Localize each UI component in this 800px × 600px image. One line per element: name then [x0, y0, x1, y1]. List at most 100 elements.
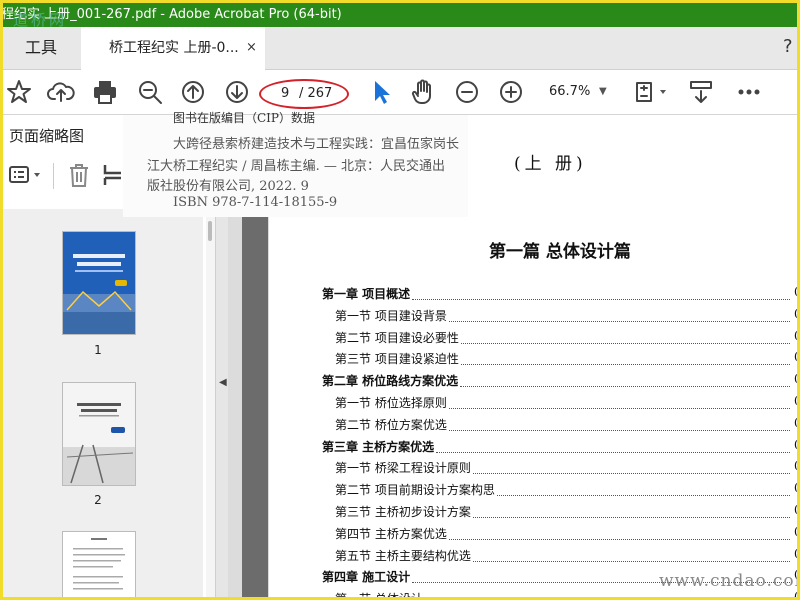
toc-entry-label: 第二节 项目建设必要性 — [335, 330, 459, 345]
toc-page-number: 0 — [794, 394, 797, 408]
fit-page-icon[interactable] — [633, 78, 669, 106]
insert-page-icon[interactable] — [101, 161, 121, 189]
toc-page-number: 0 — [794, 503, 797, 517]
zoom-in-icon[interactable] — [497, 78, 525, 106]
toc-leader-dots — [461, 350, 790, 366]
toc-entry-label: 第四章 施工设计 — [322, 570, 411, 585]
toc-leader-dots — [461, 329, 790, 344]
previous-page-icon[interactable] — [179, 78, 207, 106]
zoom-level-value: 66.7% — [549, 84, 591, 99]
toc-page-number: 0 — [794, 329, 797, 343]
toc-page-number: 0 — [794, 525, 797, 539]
tab-bar: 工具 桥工程纪实 上册-0... × ? — [3, 27, 797, 70]
toc-entry-label: 第一节 总体设计 — [335, 590, 423, 597]
toc-section-row: 第二节 桥位方案优选 0 — [322, 416, 797, 436]
zoom-search-icon[interactable] — [136, 78, 164, 106]
toolbar-divider — [53, 163, 54, 189]
print-icon[interactable] — [91, 78, 119, 106]
toc-entry-label: 第四节 主桥方案优选 — [335, 526, 447, 541]
toc-section-row: 第一节 桥位选择原则 0 — [322, 394, 797, 414]
tab-document[interactable]: 桥工程纪实 上册-0... × — [81, 27, 265, 70]
page-thumbnail-2[interactable] — [62, 382, 136, 486]
toc-entry-label: 第三章 主桥方案优选 — [322, 439, 435, 454]
scroll-mode-icon[interactable] — [687, 78, 715, 106]
toc-entry-label: 第二节 项目前期设计方案构思 — [335, 483, 495, 498]
cip-line: 版社股份有限公司, 2022. 9 — [147, 179, 309, 194]
cloud-upload-icon[interactable] — [47, 78, 75, 106]
tab-tools[interactable]: 工具 — [3, 27, 79, 69]
hand-tool-icon[interactable] — [409, 78, 437, 106]
cip-line: 大跨径悬索桥建造技术与工程实践：宜昌伍家岗长 — [173, 137, 460, 152]
zoom-out-icon[interactable] — [453, 78, 481, 106]
toc-page-number: 0 — [794, 459, 797, 473]
zoom-level-dropdown[interactable]: 66.7% ▼ — [543, 78, 613, 106]
toc-chapter-row: 第二章 桥位路线方案优选 0 — [322, 372, 797, 392]
toc-section-row: 第一节 桥梁工程设计原则 0 — [322, 459, 797, 479]
title-bar: 程纪实 上册_001-267.pdf - Adobe Acrobat Pro (… — [3, 3, 797, 27]
toc-chapter-row: 第三章 主桥方案优选 0 — [322, 438, 797, 458]
tab-document-label: 桥工程纪实 上册-0... — [109, 40, 239, 56]
toc-section-row: 第三节 项目建设紧迫性 0 — [322, 350, 797, 370]
thumbnail-label: 2 — [94, 493, 102, 507]
cip-line: ISBN 978-7-114-18155-9 — [173, 195, 338, 210]
toc-leader-dots — [497, 481, 790, 497]
toc-leader-dots — [449, 394, 790, 409]
toc-leader-dots — [449, 525, 790, 540]
toc-page-number: 0 — [794, 438, 797, 452]
toc-page-number: 0 — [794, 416, 797, 430]
volume-label: (上 册) — [514, 154, 587, 174]
more-tools-icon[interactable] — [735, 78, 763, 106]
toc-section-row: 第二节 项目建设必要性 0 — [322, 329, 797, 349]
toc-leader-dots — [473, 547, 790, 562]
toc-section-row: 第四节 主桥方案优选 0 — [322, 525, 797, 545]
toc-page-number: 0 — [794, 547, 797, 561]
toc-entry-label: 第三节 主桥初步设计方案 — [335, 505, 471, 519]
toc-section-row: 第五节 主桥主要结构优选 0 — [322, 547, 797, 567]
part-title: 第一篇 总体设计篇 — [489, 242, 631, 262]
toc-page-number: 0 — [794, 350, 797, 364]
site-watermark-bottom: www.cndao.com — [659, 571, 797, 591]
current-page-number[interactable]: 9 — [281, 81, 289, 107]
toc-leader-dots — [473, 503, 790, 518]
delete-trash-icon[interactable] — [65, 161, 93, 189]
toc-page-number: 0 — [794, 590, 797, 597]
total-pages: / 267 — [299, 86, 333, 101]
select-cursor-icon[interactable] — [367, 78, 395, 106]
acrobat-window: 程纪实 上册_001-267.pdf - Adobe Acrobat Pro (… — [3, 3, 797, 597]
page-number-field[interactable]: 9 / 267 — [259, 79, 349, 109]
next-page-icon[interactable] — [223, 78, 251, 106]
toc-leader-dots — [449, 416, 790, 431]
toc-entry-label: 第五节 主桥主要结构优选 — [335, 548, 471, 563]
thumbnail-label: 1 — [94, 343, 102, 357]
chevron-left-icon: ◀ — [219, 377, 227, 388]
page-thumbnail-3[interactable] — [62, 531, 136, 597]
toc-leader-dots — [412, 285, 790, 300]
toc-entry-label: 第二节 桥位方案优选 — [335, 417, 447, 432]
chevron-down-icon: ▼ — [599, 86, 607, 97]
cip-line: 江大桥工程纪实 / 周昌栋主编. — 北京：人民交通出 — [147, 159, 446, 174]
options-menu-icon[interactable] — [7, 161, 47, 189]
toc-leader-dots — [473, 459, 790, 475]
toc-leader-dots — [436, 438, 790, 453]
toc-section-row: 第一节 总体设计 0 — [322, 590, 797, 597]
page-thumbnail-1[interactable] — [62, 231, 136, 335]
toc-section-row: 第三节 主桥初步设计方案 0 — [322, 503, 797, 523]
scrollbar-thumb[interactable] — [208, 221, 212, 241]
toc-entry-label: 第一节 桥位选择原则 — [335, 396, 447, 410]
toc-page-number: 0 — [794, 285, 797, 299]
toc-chapter-row: 第一章 项目概述 0 — [322, 285, 797, 305]
site-watermark-top: 道桥网 — [13, 11, 68, 27]
bookmark-star-icon[interactable] — [5, 78, 33, 106]
thumbnail-scrollbar[interactable] — [206, 209, 215, 597]
toc-leader-dots — [449, 307, 790, 322]
toc-page-number: 0 — [794, 481, 797, 495]
close-icon[interactable]: × — [246, 27, 257, 69]
help-icon[interactable]: ? — [783, 27, 797, 69]
cip-header: 图书在版编目（CIP）数据 — [173, 111, 315, 125]
toc-section-row: 第二节 项目前期设计方案构思 0 — [322, 481, 797, 501]
toc-entry-label: 第一节 项目建设背景 — [335, 308, 447, 323]
panel-title: 页面缩略图 — [9, 127, 85, 145]
main-toolbar: 9 / 267 66.7% ▼ — [3, 70, 797, 115]
toc-entry-label: 第一章 项目概述 — [322, 287, 411, 301]
toc-page-number: 0 — [794, 372, 797, 386]
